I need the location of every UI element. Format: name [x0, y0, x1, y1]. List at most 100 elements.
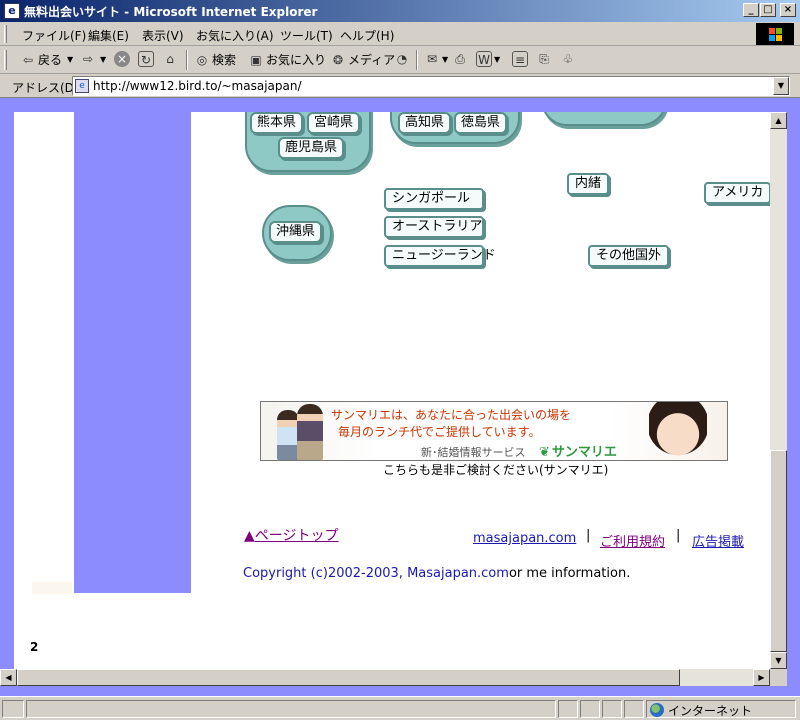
print-button[interactable]: ⎙ — [452, 51, 470, 67]
document-icon: ≡ — [512, 51, 528, 67]
country-newzealand[interactable]: ニュージーランド — [384, 245, 496, 267]
back-button[interactable]: ⇦ 戻る ▼ — [20, 51, 73, 68]
stop-button[interactable]: × — [114, 51, 132, 67]
forward-button[interactable]: ⇨ ▼ — [80, 51, 106, 67]
banner-logo: ❦ サンマリエ — [539, 445, 617, 460]
address-input[interactable]: e http://www12.bird.to/~masajapan/ ▼ — [72, 76, 790, 96]
link-terms[interactable]: ご利用規約 — [600, 531, 665, 550]
scroll-right-icon[interactable]: ▶ — [753, 669, 770, 686]
pref-miyazaki[interactable]: 宮崎県 — [307, 112, 361, 134]
option-secret[interactable]: 内緒 — [567, 173, 610, 195]
mail-button[interactable]: ✉ ▼ — [424, 51, 448, 67]
scroll-down-icon[interactable]: ▼ — [770, 652, 787, 669]
country-singapore[interactable]: シンガポール — [384, 188, 484, 210]
forward-arrow-icon: ⇨ — [82, 52, 94, 66]
home-icon: ⌂ — [166, 52, 174, 66]
scroll-corner — [770, 669, 787, 686]
sunmarie-banner[interactable]: サンマリエは、あなたに合った出会いの場を 毎月のランチ代でご提供しています。 新… — [260, 401, 728, 461]
country-australia[interactable]: オーストラリア — [384, 216, 484, 238]
messenger-button[interactable]: ♧ — [560, 51, 578, 67]
pref-kagoshima[interactable]: 鹿児島県 — [278, 137, 345, 159]
search-button[interactable]: ◎ 検索 — [194, 51, 236, 68]
copyright: Copyright (c)2002-2003, Masajapan.comor … — [243, 566, 631, 581]
favorites-button[interactable]: ▣ お気に入り — [248, 51, 326, 68]
leaf-icon: ❦ — [539, 445, 550, 460]
windows-logo — [756, 23, 794, 45]
refresh-icon: ↻ — [138, 51, 154, 67]
banner-caption: こちらも是非ご検討ください(サンマリエ) — [383, 463, 609, 477]
vertical-scroll-thumb[interactable] — [770, 450, 787, 652]
stop-icon: × — [114, 51, 130, 67]
discuss-button[interactable]: ≡ — [512, 51, 530, 67]
close-button[interactable]: × — [780, 3, 796, 17]
back-arrow-icon: ⇦ — [22, 52, 34, 67]
menu-file[interactable]: ファイル(F) — [22, 27, 86, 44]
menu-bar: ファイル(F) 編集(E) 表示(V) お気に入り(A) ツール(T) ヘルプ(… — [0, 22, 800, 46]
page-content: 熊本県 宮崎県 鹿児島県 高知県 徳島県 沖縄県 シンガポール オーストラリア … — [14, 112, 770, 669]
menu-edit[interactable]: 編集(E) — [88, 27, 129, 44]
edit-icon: W — [476, 51, 492, 67]
frame-right — [787, 98, 800, 694]
address-bar: アドレス(D) e http://www12.bird.to/~masajapa… — [0, 74, 800, 98]
edit-dropdown-icon: ▼ — [494, 54, 501, 64]
back-dropdown-icon: ▼ — [67, 55, 74, 64]
horizontal-scroll-thumb[interactable] — [17, 669, 680, 686]
horizontal-scrollbar[interactable]: ◀ ▶ — [0, 669, 787, 686]
country-other[interactable]: その他国外 — [588, 245, 670, 267]
page-top-triangle-icon: ▲ — [244, 528, 255, 544]
status-page-icon — [2, 700, 24, 718]
page-top-link[interactable]: ▲ページトップ — [244, 525, 339, 545]
menu-view[interactable]: 表示(V) — [142, 27, 184, 44]
printer-icon: ⎙ — [455, 52, 465, 66]
pref-okinawa[interactable]: 沖縄県 — [269, 221, 323, 243]
status-cell — [580, 700, 600, 718]
scroll-left-icon[interactable]: ◀ — [0, 669, 17, 686]
media-button[interactable]: ❂ メディア — [330, 51, 395, 68]
back-label: 戻る — [38, 53, 63, 67]
link-advertise[interactable]: 広告掲載 — [692, 531, 744, 550]
media-icon: ❂ — [332, 52, 344, 67]
refresh-button[interactable]: ↻ — [138, 51, 156, 67]
pref-tokushima[interactable]: 徳島県 — [454, 112, 508, 134]
mail-icon: ✉ — [426, 52, 438, 66]
left-color-stripe — [74, 112, 191, 593]
couple-image — [275, 404, 333, 460]
pref-kochi[interactable]: 高知県 — [398, 112, 452, 134]
pref-kumamoto[interactable]: 熊本県 — [250, 112, 304, 134]
status-text-cell — [26, 700, 556, 718]
status-cell — [558, 700, 578, 718]
favorites-label: お気に入り — [266, 53, 327, 67]
decorative-dots — [32, 582, 72, 594]
maximize-button[interactable]: □ — [760, 3, 776, 17]
research-button[interactable]: ⎘ — [536, 51, 554, 67]
history-button[interactable]: ◔ — [394, 51, 412, 67]
favorites-icon: ▣ — [250, 52, 262, 67]
forward-dropdown-icon: ▼ — [100, 54, 107, 64]
edit-button[interactable]: W ▼ — [476, 51, 500, 67]
status-cell — [624, 700, 644, 718]
search-icon: ◎ — [196, 52, 208, 67]
address-url[interactable]: http://www12.bird.to/~masajapan/ — [93, 79, 302, 93]
status-bar: インターネット — [0, 696, 800, 720]
page-number: 2 — [30, 640, 39, 654]
mail-dropdown-icon: ▼ — [442, 54, 449, 64]
menu-tools[interactable]: ツール(T) — [280, 27, 333, 44]
banner-line1: サンマリエは、あなたに合った出会いの場を — [331, 408, 572, 422]
scroll-up-icon[interactable]: ▲ — [770, 112, 787, 129]
country-america[interactable]: アメリカ — [704, 182, 770, 204]
link-masajapan[interactable]: masajapan.com — [473, 531, 576, 546]
globe-icon — [650, 703, 664, 717]
minimize-button[interactable]: _ — [743, 3, 759, 17]
window-title: 無料出会いサイト - Microsoft Internet Explorer — [24, 5, 318, 19]
ie-icon: e — [4, 3, 20, 19]
menu-help[interactable]: ヘルプ(H) — [340, 27, 394, 44]
home-button[interactable]: ⌂ — [162, 51, 180, 67]
standard-toolbar: ⇦ 戻る ▼ ⇨ ▼ × ↻ ⌂ ◎ 検索 ▣ お気に入り ❂ メディア ◔ ✉… — [0, 46, 800, 74]
address-dropdown-icon[interactable]: ▼ — [773, 77, 789, 95]
menu-favorites[interactable]: お気に入り(A) — [196, 27, 274, 44]
menu-grip — [4, 25, 7, 43]
region-partial — [541, 112, 667, 126]
research-icon: ⎘ — [539, 52, 549, 66]
vertical-scrollbar[interactable]: ▲ ▼ — [770, 112, 787, 669]
address-label: アドレス(D) — [12, 81, 79, 95]
